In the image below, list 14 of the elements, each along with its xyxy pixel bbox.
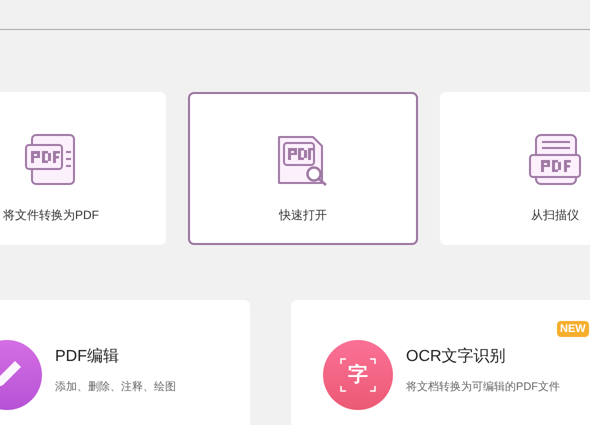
tool-card[interactable]: PDF编辑 添加、删除、注释、绘图 (0, 300, 250, 425)
quick-action-card[interactable]: 从扫描仪 (440, 92, 590, 245)
tool-description: 添加、删除、注释、绘图 (55, 380, 176, 395)
quick-action-card[interactable]: 将文件转换为PDF (0, 92, 166, 245)
tool-title: PDF编辑 (55, 346, 120, 367)
new-badge: NEW (557, 321, 589, 337)
tool-title: OCR文字识别 (406, 346, 507, 367)
pdf-search-icon (277, 134, 329, 186)
quick-action-card[interactable]: 快速打开 (188, 92, 418, 245)
pdf-document-icon (25, 134, 77, 186)
text-scan-icon: 字 (323, 340, 393, 410)
tool-card[interactable]: 字 OCR文字识别 将文档转换为可编辑的PDF文件 NEW (291, 300, 590, 425)
pdf-scan-icon (529, 134, 581, 186)
tool-description: 将文档转换为可编辑的PDF文件 (406, 380, 560, 395)
